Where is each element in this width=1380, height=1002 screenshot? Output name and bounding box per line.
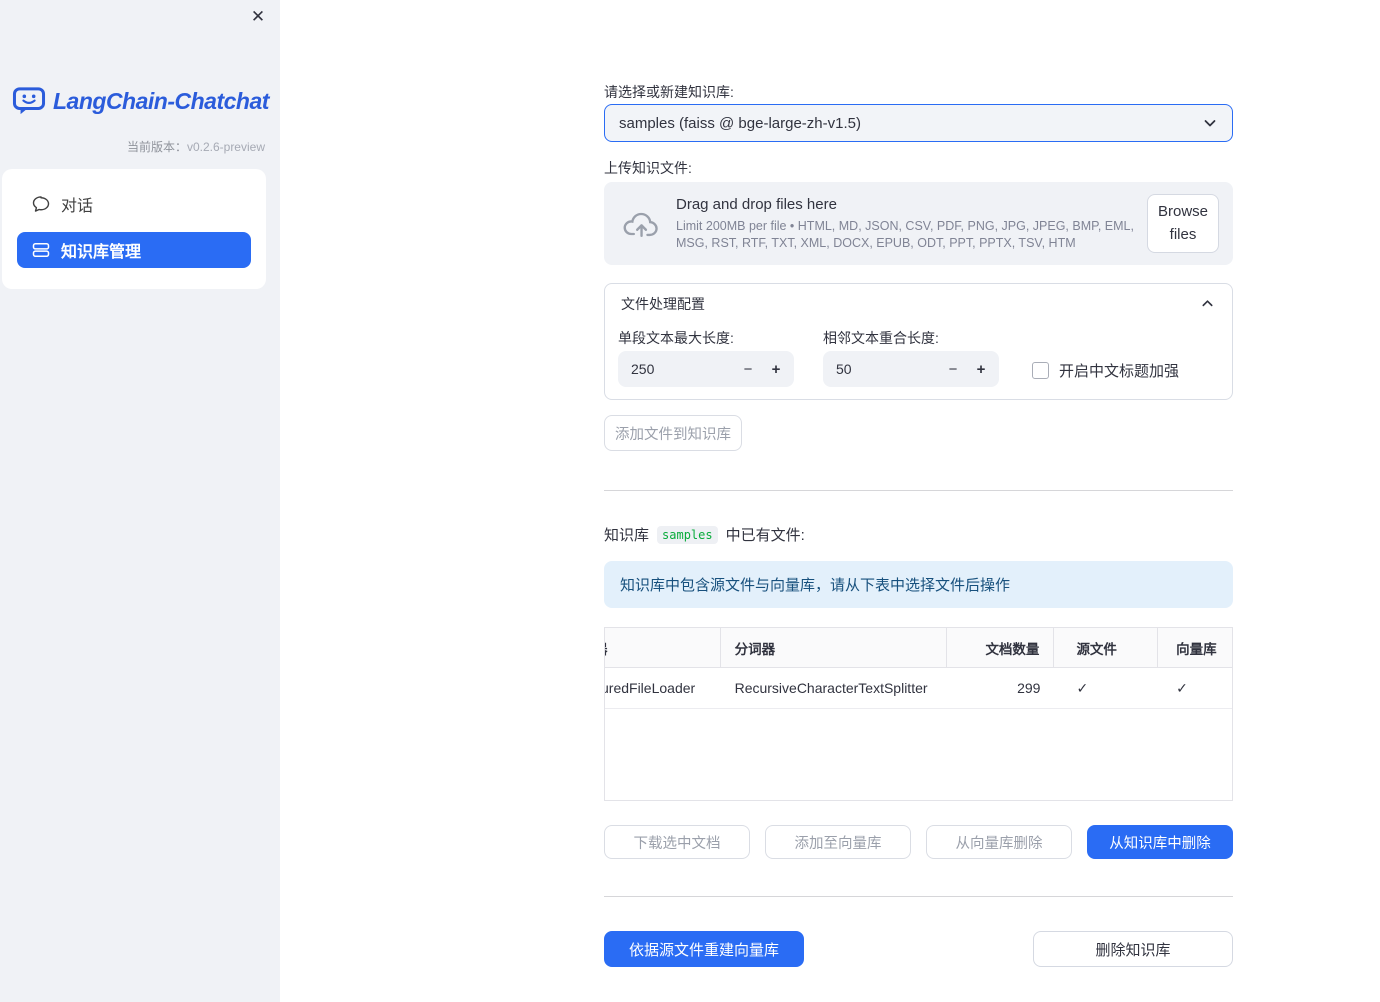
table-header-row: 器 分词器 文档数量 源文件 向量库 <box>605 628 1232 668</box>
files-table[interactable]: 器 分词器 文档数量 源文件 向量库 uredFileLoader Recurs… <box>604 627 1233 801</box>
add-files-to-kb-button[interactable]: 添加文件到知识库 <box>604 415 742 451</box>
divider <box>604 896 1233 897</box>
expander-title: 文件处理配置 <box>621 296 705 312</box>
app-window: ✕ LangChain-Chatchat 当前版本：v0.2.6-preview <box>0 0 1380 1002</box>
version-value: v0.2.6-preview <box>186 140 265 154</box>
cell-vector-store-check: ✓ <box>1176 679 1188 696</box>
cell-source-file-check: ✓ <box>1076 679 1089 696</box>
upload-label: 上传知识文件: <box>604 160 692 176</box>
sidebar-item-dialogue[interactable]: 对话 <box>17 186 251 222</box>
main-content: 请选择或新建知识库: samples (faiss @ bge-large-zh… <box>604 0 1234 1002</box>
info-banner: 知识库中包含源文件与向量库，请从下表中选择文件后操作 <box>604 561 1233 608</box>
increment-button[interactable]: + <box>967 355 995 383</box>
chunk-size-label: 单段文本最大长度: <box>618 330 734 346</box>
uploader-title: Drag and drop files here <box>676 196 837 214</box>
divider <box>604 490 1233 491</box>
chunk-size-value: 250 <box>631 361 655 377</box>
overlap-value: 50 <box>836 361 852 377</box>
kb-select-value: samples (faiss @ bge-large-zh-v1.5) <box>619 114 861 132</box>
delete-from-vector-store-button[interactable]: 从向量库删除 <box>926 825 1072 859</box>
kb-name-code: samples <box>657 525 718 544</box>
kb-select-label: 请选择或新建知识库: <box>604 84 734 100</box>
kb-files-heading: 知识库 samples 中已有文件: <box>604 524 805 545</box>
cell-loader: uredFileLoader <box>605 680 696 696</box>
cell-splitter: RecursiveCharacterTextSplitter <box>734 680 928 696</box>
chunk-size-input[interactable]: 250 − + <box>618 351 794 387</box>
app-logo: LangChain-Chatchat <box>12 86 269 116</box>
table-row[interactable]: uredFileLoader RecursiveCharacterTextSpl… <box>605 668 1232 709</box>
overlap-input[interactable]: 50 − + <box>823 351 999 387</box>
download-selected-button[interactable]: 下载选中文档 <box>604 825 750 859</box>
chevron-up-icon <box>1200 296 1216 312</box>
file-uploader-dropzone[interactable]: Drag and drop files here Limit 200MB per… <box>604 182 1233 265</box>
kb-files-suffix: 中已有文件: <box>725 527 805 544</box>
kb-select-dropdown[interactable]: samples (faiss @ bge-large-zh-v1.5) <box>604 104 1233 142</box>
info-banner-text: 知识库中包含源文件与向量库，请从下表中选择文件后操作 <box>620 577 1011 594</box>
decrement-button[interactable]: − <box>734 355 762 383</box>
chat-bubble-icon <box>31 194 51 214</box>
add-to-vector-store-button[interactable]: 添加至向量库 <box>765 825 911 859</box>
version-label: 当前版本： <box>126 140 187 154</box>
logo-text: LangChain-Chatchat <box>53 87 269 114</box>
browse-files-button[interactable]: Browse files <box>1147 194 1219 253</box>
uploader-limit-text: Limit 200MB per file • HTML, MD, JSON, C… <box>676 219 1134 250</box>
column-header-loader[interactable]: 器 <box>605 628 721 667</box>
logo-chat-icon <box>12 86 46 116</box>
file-config-expander: 文件处理配置 单段文本最大长度: 相邻文本重合长度: 250 − + 50 − … <box>604 283 1233 400</box>
zh-title-enhance-checkbox[interactable]: 开启中文标题加强 <box>1032 360 1179 381</box>
column-header-vector-store[interactable]: 向量库 <box>1158 628 1232 667</box>
uploader-texts: Drag and drop files here Limit 200MB per… <box>676 196 1147 251</box>
sidebar-item-label: 知识库管理 <box>61 244 142 261</box>
sidebar-item-knowledge-base[interactable]: 知识库管理 <box>17 232 251 268</box>
stacked-cards-icon <box>31 240 51 260</box>
cloud-upload-icon <box>622 208 662 240</box>
increment-button[interactable]: + <box>762 355 790 383</box>
sidebar: ✕ LangChain-Chatchat 当前版本：v0.2.6-preview <box>0 0 280 1002</box>
chevron-down-icon <box>1202 115 1218 131</box>
kb-files-prefix: 知识库 <box>604 527 650 544</box>
column-header-source-file[interactable]: 源文件 <box>1054 628 1159 667</box>
column-header-splitter[interactable]: 分词器 <box>721 628 947 667</box>
cell-doc-count: 299 <box>1017 680 1041 696</box>
checkbox-icon <box>1032 362 1049 379</box>
overlap-label: 相邻文本重合长度: <box>823 330 939 346</box>
rebuild-vector-store-button[interactable]: 依据源文件重建向量库 <box>604 931 804 967</box>
column-header-doc-count[interactable]: 文档数量 <box>947 628 1055 667</box>
sidebar-item-label: 对话 <box>61 198 94 215</box>
sidebar-close-icon[interactable]: ✕ <box>246 5 270 29</box>
delete-from-kb-button[interactable]: 从知识库中删除 <box>1087 825 1233 859</box>
decrement-button[interactable]: − <box>939 355 967 383</box>
expander-header[interactable]: 文件处理配置 <box>605 284 1232 324</box>
delete-kb-button[interactable]: 删除知识库 <box>1033 931 1233 967</box>
sidebar-menu: 对话 知识库管理 <box>2 169 266 289</box>
checkbox-label: 开启中文标题加强 <box>1059 363 1180 380</box>
version-info: 当前版本：v0.2.6-preview <box>0 138 265 155</box>
